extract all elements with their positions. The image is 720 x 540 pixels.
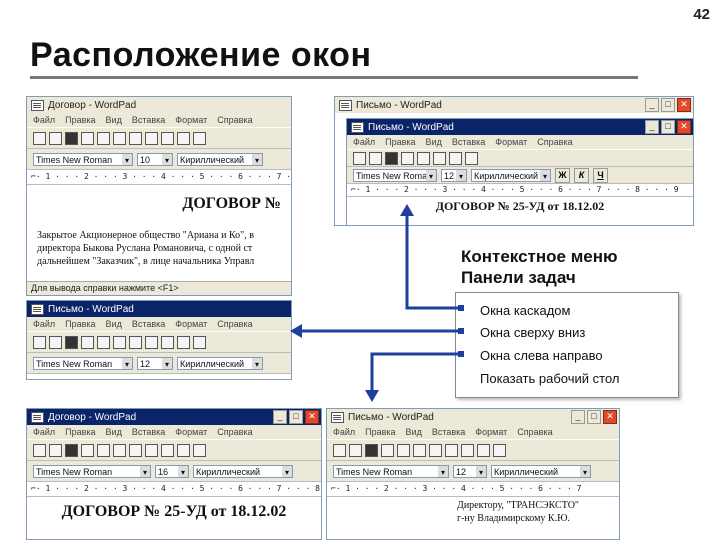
- bullet-tile-vertical: [458, 351, 464, 357]
- arrowhead-tile-horizontal: [290, 324, 302, 338]
- arrowhead-cascade: [400, 204, 414, 216]
- bullet-cascade: [458, 305, 464, 311]
- arrows-overlay: [290, 204, 464, 402]
- arrow-tile-vertical: [370, 352, 464, 392]
- bullet-tile-horizontal: [458, 328, 464, 334]
- arrow-cascade: [405, 214, 464, 310]
- arrowhead-tile-vertical: [365, 390, 379, 402]
